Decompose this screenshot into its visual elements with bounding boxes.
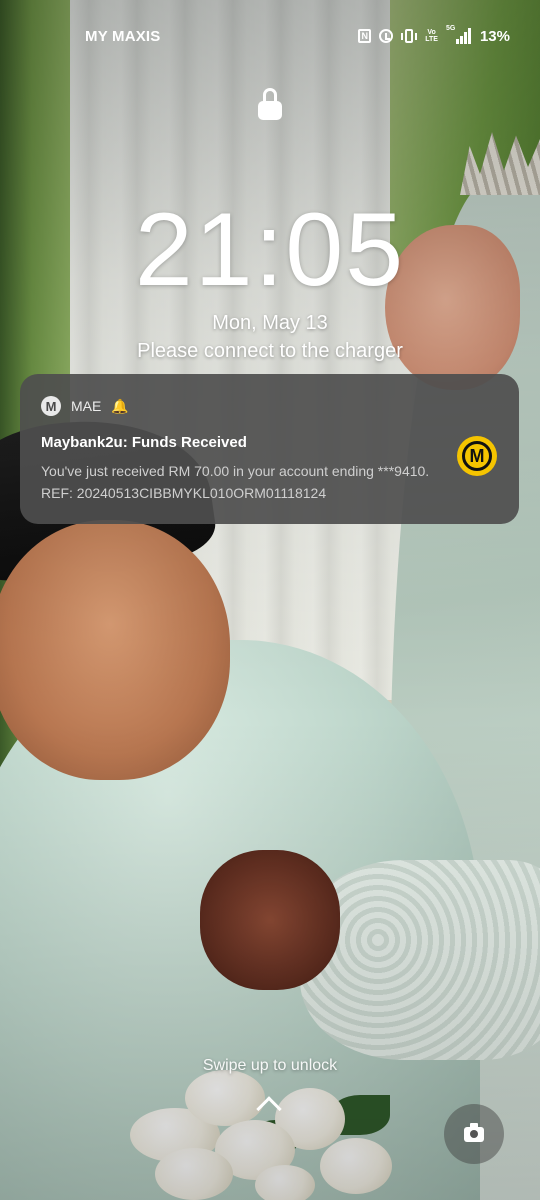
- swipe-up-hint: Swipe up to unlock: [202, 1057, 338, 1074]
- notification-title: Maybank2u: Funds Received: [41, 434, 247, 451]
- status-bar: MY MAXIS N Vo LTE 5G 13%: [0, 0, 540, 72]
- charge-message: Please connect to the charger: [137, 340, 403, 362]
- alarm-icon: [379, 29, 394, 43]
- nfc-icon: N: [358, 29, 372, 43]
- network-type: 5G: [445, 25, 456, 32]
- volte-icon: Vo LTE: [425, 29, 438, 43]
- volte-line2: LTE: [425, 36, 438, 43]
- lock-icon: [258, 88, 282, 122]
- camera-icon: [464, 1122, 484, 1142]
- status-icons: N Vo LTE 5G 13%: [358, 25, 510, 45]
- carrier-name: MY MAXIS: [85, 27, 161, 45]
- battery-percentage: 13%: [479, 27, 510, 45]
- lock-date: Mon, May 13: [212, 312, 328, 334]
- mae-app-icon: M: [41, 396, 61, 416]
- signal-icon: 5G: [445, 25, 472, 44]
- notification-body: You've just received RM 70.00 in your ac…: [41, 463, 430, 501]
- volte-line1: Vo: [427, 29, 436, 36]
- mae-logo-letter: M: [462, 441, 492, 471]
- camera-shortcut-button[interactable]: [444, 1104, 504, 1164]
- lock-clock: 21:05: [134, 192, 406, 308]
- bell-icon: 🔔: [111, 397, 129, 414]
- wallpaper-photo: [0, 0, 540, 1200]
- notification-card[interactable]: M MAE 🔔 Maybank2u: Funds Received You've…: [20, 374, 519, 524]
- vibrate-icon: [401, 29, 418, 43]
- notification-header: M MAE 🔔: [41, 396, 499, 416]
- notification-app-name: MAE: [71, 398, 102, 414]
- mae-logo-icon: M: [457, 436, 497, 476]
